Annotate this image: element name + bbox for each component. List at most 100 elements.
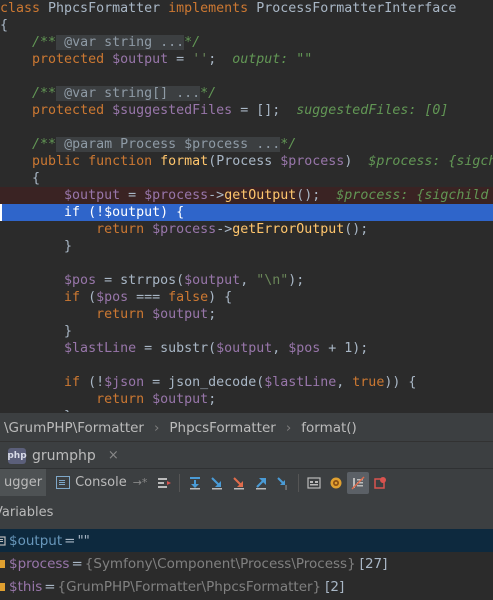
tab-debugger-label: ugger	[4, 475, 43, 490]
variable-row[interactable]: $this = {GrumPHP\Formatter\PhpcsFormatte…	[0, 575, 493, 598]
variable-equals: =	[71, 555, 83, 572]
code-token: $output	[184, 273, 241, 288]
step-into-icon[interactable]	[206, 472, 228, 494]
debug-session-label: grumphp	[32, 447, 96, 464]
breadcrumb: \GrumPHP\Formatter › PhpcsFormatter › fo…	[0, 412, 493, 442]
svg-text:I: I	[285, 484, 287, 491]
code-line: return $process->getErrorOutput();	[0, 221, 493, 238]
code-token: return	[96, 307, 145, 322]
variables-panel-header: Variables	[0, 496, 493, 529]
code-editor[interactable]: class PhpcsFormatter implements ProcessF…	[0, 0, 493, 412]
code-token: ;	[208, 52, 217, 67]
code-token: if	[64, 290, 81, 305]
code-token: ProcessFormatterInterface	[248, 1, 457, 16]
code-line: protected $output = ''; output: ""	[0, 51, 493, 68]
code-line: public function format(Process $process)…	[0, 153, 493, 170]
breadcrumb-method[interactable]: format()	[297, 420, 361, 436]
run-to-cursor-icon[interactable]: I	[272, 472, 294, 494]
code-token: format	[160, 154, 209, 169]
pin-arrow-icon[interactable]: →*	[133, 476, 148, 489]
code-token: = strrpos(	[96, 273, 185, 288]
code-token: ,	[240, 273, 257, 288]
code-token: false	[168, 290, 209, 305]
close-icon[interactable]: ×	[108, 448, 119, 463]
code-token: $output	[64, 188, 121, 203]
code-line: /** @var string ...*/	[0, 34, 493, 51]
step-over-icon[interactable]	[184, 472, 206, 494]
tab-debugger[interactable]: ugger	[0, 469, 47, 496]
object-type-icon	[0, 558, 6, 570]
breakpoint-line: $output = $process->getOutput(); $proces…	[0, 187, 493, 204]
variable-name: $process	[9, 555, 70, 572]
variable-count: [27]	[359, 555, 388, 572]
toolbar-divider	[179, 473, 181, 492]
code-line: if (!$json = json_decode($lastLine, true…	[0, 374, 493, 391]
variables-tree[interactable]: $output = "" $process = {Symfony\Compone…	[0, 529, 493, 600]
mute-breakpoints-icon[interactable]	[369, 472, 391, 494]
code-token: )	[344, 154, 353, 169]
code-token: }	[64, 239, 73, 254]
inline-debug-value: $process: {sigchi	[368, 154, 493, 169]
code-token: (!	[80, 205, 105, 220]
code-token: {	[32, 171, 41, 186]
code-line: /** @var string[] ...*/	[0, 85, 493, 102]
code-token: protected	[32, 52, 105, 67]
code-token: ;	[208, 307, 217, 322]
code-line: protected $suggestedFiles = []; suggeste…	[0, 102, 493, 119]
code-line: $pos = strrpos($output, "\n");	[0, 272, 493, 289]
code-token: $output	[152, 392, 209, 407]
code-line: /** @param Process $process ...*/	[0, 136, 493, 153]
code-token: ) {	[160, 205, 185, 220]
variable-name: $this	[9, 578, 43, 595]
debug-toolbar: ugger Console →* I	[0, 468, 493, 497]
code-token: (!	[80, 375, 105, 390]
breadcrumb-separator: ›	[285, 419, 292, 436]
doc-comment: */	[280, 137, 297, 152]
code-token: =	[120, 188, 145, 203]
code-token: {	[0, 18, 9, 33]
code-token: (	[80, 290, 97, 305]
toolbar-divider	[298, 473, 300, 492]
variable-equals: =	[44, 578, 56, 595]
variable-row[interactable]: $process = {Symfony\Component\Process\Pr…	[0, 552, 493, 575]
breadcrumb-namespace[interactable]: \GrumPHP\Formatter	[0, 420, 148, 436]
variable-equals: =	[64, 532, 76, 549]
evaluate-expression-icon[interactable]	[303, 472, 325, 494]
php-icon: php	[7, 447, 27, 464]
code-token: ,	[336, 375, 353, 390]
variable-row[interactable]: $output = ""	[0, 529, 493, 552]
watch-icon[interactable]	[325, 472, 347, 494]
code-token: class	[0, 1, 41, 16]
object-type-icon	[0, 581, 6, 593]
step-out-icon[interactable]	[250, 472, 272, 494]
toggle-view-icon[interactable]	[347, 471, 370, 494]
debug-session-tab[interactable]: php grumphp ×	[0, 441, 493, 469]
code-token: + 1);	[320, 341, 369, 356]
tab-console[interactable]: Console →*	[56, 475, 147, 490]
code-line: {	[0, 170, 493, 187]
code-token: ();	[296, 188, 321, 203]
code-token: public	[32, 154, 81, 169]
inline-debug-value: output: ""	[232, 52, 313, 67]
code-token: ) {	[208, 290, 233, 305]
code-token: if	[64, 375, 81, 390]
code-token: true	[352, 375, 385, 390]
code-line: }	[0, 323, 493, 340]
force-step-into-icon[interactable]	[228, 472, 250, 494]
code-token: getErrorOutput	[232, 222, 345, 237]
code-line: class PhpcsFormatter implements ProcessF…	[0, 0, 493, 17]
breadcrumb-class[interactable]: PhpcsFormatter	[165, 420, 279, 436]
show-execution-point-icon[interactable]	[153, 472, 175, 494]
variable-type: {Symfony\Component\Process\Process}	[84, 555, 356, 572]
current-execution-line: if (!$output) {	[0, 204, 493, 221]
folded-doc-comment[interactable]: @var string ...	[56, 35, 185, 50]
code-token: $lastLine	[64, 341, 137, 356]
code-token: $process	[144, 188, 209, 203]
folded-doc-comment[interactable]: @param Process $process ...	[56, 137, 281, 152]
code-token: = substr(	[136, 341, 217, 356]
breadcrumb-separator: ›	[153, 419, 160, 436]
code-line: return $output;	[0, 391, 493, 408]
folded-doc-comment[interactable]: @var string[] ...	[56, 86, 201, 101]
code-line: {	[0, 17, 493, 34]
tab-console-label: Console	[75, 475, 127, 490]
